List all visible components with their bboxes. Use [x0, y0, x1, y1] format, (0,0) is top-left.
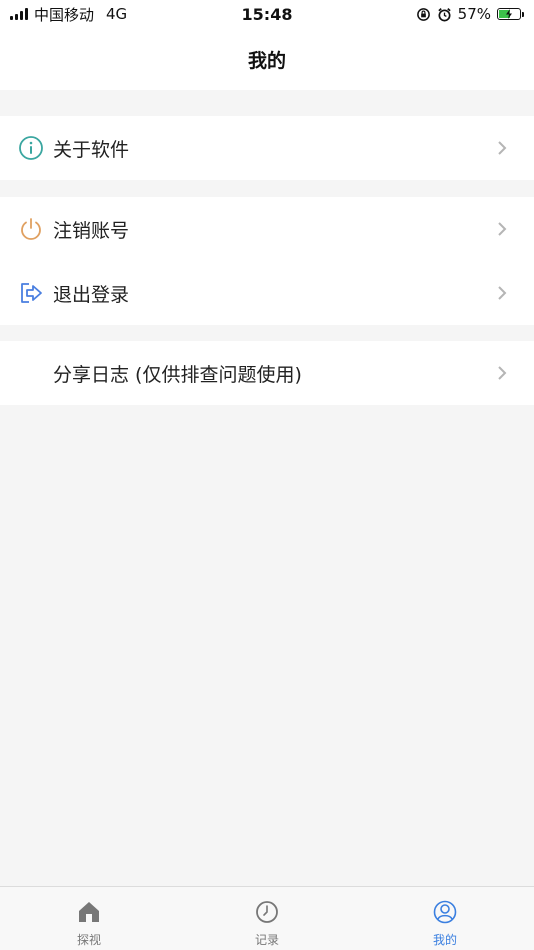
profile-icon — [433, 900, 457, 924]
tab-visit[interactable]: 探视 — [0, 887, 178, 950]
carrier-name: 中国移动 — [34, 5, 95, 24]
menu-item-label: 注销账号 — [53, 219, 130, 242]
page-title: 我的 — [247, 49, 286, 72]
status-bar: 中国移动 4G 15:48 57% — [0, 0, 534, 28]
alarm-icon — [437, 7, 451, 21]
menu-group-about: 关于软件 — [0, 116, 534, 180]
logout-icon — [18, 280, 44, 306]
info-icon — [18, 135, 44, 161]
chevron-right-icon — [498, 366, 507, 380]
home-icon — [79, 902, 99, 922]
menu-item-logout[interactable]: 退出登录 — [0, 261, 534, 325]
tab-bar: 探视 记录 我的 — [0, 886, 534, 950]
menu-group-log: 分享日志 (仅供排查问题使用) — [0, 341, 534, 405]
chevron-right-icon — [498, 286, 507, 300]
battery-percent: 57% — [457, 5, 491, 23]
menu-item-label: 退出登录 — [53, 283, 130, 306]
power-icon — [18, 216, 44, 242]
menu-item-share-log[interactable]: 分享日志 (仅供排查问题使用) — [0, 341, 534, 405]
menu-item-about[interactable]: 关于软件 — [0, 116, 534, 180]
tab-records[interactable]: 记录 — [178, 887, 356, 950]
nav-bar: 我的 — [0, 28, 534, 90]
tab-label: 探视 — [76, 933, 101, 947]
tab-label: 记录 — [254, 933, 279, 947]
menu-item-label: 关于软件 — [53, 138, 130, 161]
chevron-right-icon — [498, 222, 507, 236]
chevron-right-icon — [498, 141, 507, 155]
menu-item-deactivate[interactable]: 注销账号 — [0, 197, 534, 261]
rotation-lock-icon — [416, 7, 430, 21]
network-type: 4G — [106, 5, 128, 23]
menu-group-account: 注销账号 退出登录 — [0, 197, 534, 325]
signal-icon — [10, 8, 28, 20]
battery-icon — [497, 8, 524, 20]
menu-item-label: 分享日志 (仅供排查问题使用) — [53, 363, 302, 386]
tab-label: 我的 — [432, 933, 457, 947]
tab-mine[interactable]: 我的 — [356, 887, 534, 950]
clock-icon — [256, 901, 278, 923]
